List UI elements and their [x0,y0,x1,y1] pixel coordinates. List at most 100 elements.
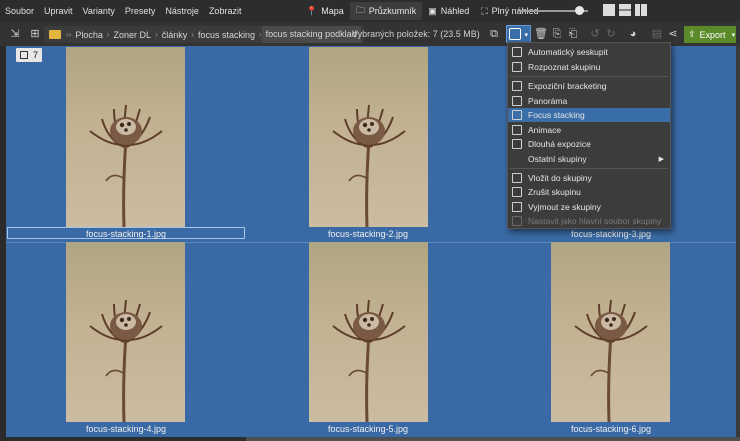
menu-soubor[interactable]: Soubor [0,0,39,22]
breadcrumb-plocha[interactable]: Plocha [71,30,107,40]
breadcrumb-zoner-dl[interactable]: Zoner DL [110,30,156,40]
file-caption-5[interactable]: focus-stacking-5.jpg [249,423,487,435]
menu-item-animation[interactable]: Animace [508,123,670,137]
file-caption-6[interactable]: focus-stacking-6.jpg [492,423,730,435]
flower-photo [332,104,406,227]
thumbnail-5[interactable] [309,242,428,422]
group-dropdown-menu: Automatický seskupit Rozpoznat skupinu E… [507,42,671,229]
menu-item-exposure-bracketing[interactable]: Expoziční bracketing [508,79,670,93]
layout-switcher [603,4,647,16]
breadcrumb-clanky[interactable]: články [158,30,192,40]
file-caption-1[interactable]: focus-stacking-1.jpg [7,227,245,239]
menu-item-set-main: Nastavit jako hlavní soubor skupiny [508,214,670,228]
folder-open-icon: 🗀 [355,5,365,15]
menu-item-label: Zrušit skupinu [528,187,581,197]
menu-item-label: Ostatní skupiny [528,154,587,164]
auto-group-icon [512,47,522,57]
remove-from-group-icon [512,202,522,212]
menu-item-long-exposure[interactable]: Dlouhá expozice [508,137,670,151]
chevron-right-icon: ▶ [658,156,664,163]
palette-icon[interactable]: ◕ [626,27,640,41]
share-icon[interactable]: ⋖ [666,27,680,41]
menu-item-label: Expoziční bracketing [528,81,607,91]
menu-item-label: Vyjmout ze skupiny [528,202,601,212]
horizontal-scrollbar[interactable] [6,437,740,441]
mode-mapa[interactable]: 📍 Mapa [300,2,350,20]
menu-item-auto-group[interactable]: Automatický seskupit [508,45,670,59]
zoom-slider-knob[interactable] [575,6,584,15]
menu-item-ungroup[interactable]: Zrušit skupinu [508,185,670,199]
group-button[interactable]: ▾ [506,25,531,43]
move-to-folder-icon[interactable]: ⎘ [550,27,564,41]
folder-icon [49,30,61,39]
menu-item-panorama[interactable]: Panoráma [508,94,670,108]
import-icon[interactable]: ⇲ [8,27,22,41]
vertical-scrollbar[interactable] [736,46,740,441]
detect-group-icon [512,62,522,72]
exposure-bracketing-icon [512,81,522,91]
set-main-icon [512,216,522,226]
new-folder-icon[interactable]: ⊞ [28,27,42,41]
menu-presety[interactable]: Presety [120,0,161,22]
menu-item-focus-stacking[interactable]: Focus stacking [508,108,670,122]
breadcrumb: ‹ › Plocha › Zoner DL › články › focus s… [44,26,364,43]
thumbnail-2[interactable] [309,47,428,227]
menu-item-other-groups[interactable]: Ostatní skupiny ▶ [508,152,670,166]
mode-mapa-label: Mapa [321,6,344,16]
panorama-icon [512,96,522,106]
compare-icon: ▤ [651,28,663,40]
pin-icon: 📍 [306,5,318,16]
flower-photo [89,104,163,227]
menu-item-label: Panoráma [528,96,568,106]
blank-icon [512,154,522,164]
thumbnail-6[interactable] [551,242,670,422]
menu-item-label: Nastavit jako hlavní soubor skupiny [528,216,662,226]
rotate-left-icon: ↺ [590,28,600,40]
thumbnail-1[interactable] [66,47,185,227]
menu-item-detect-group[interactable]: Rozpoznat skupinu [508,60,670,74]
menu-item-remove-from-group[interactable]: Vyjmout ze skupiny [508,200,670,214]
menu-item-label: Animace [528,125,562,135]
menu-zobrazit[interactable]: Zobrazit [204,0,247,22]
breadcrumb-focus-stacking-podklad[interactable]: focus stacking podklad [261,26,361,43]
layout-single-icon[interactable] [603,4,615,16]
flower-photo [89,299,163,422]
export-button[interactable]: ⇪ Export ▾ [684,26,736,43]
copy-icon[interactable]: ⧉ [487,27,501,41]
mode-switcher: 📍 Mapa 🗀 Průzkumník ▣ Náhled ⛶ Plný náhl… [300,0,545,22]
count-badge-value: 7 [33,50,39,60]
menu-item-label: Automatický seskupit [528,47,608,57]
mode-nahled-label: Náhled [440,6,470,16]
zoom-slider[interactable] [518,6,588,15]
file-caption-3[interactable]: focus-stacking-3.jpg [492,228,730,240]
thumbnail-4[interactable] [66,242,185,422]
chevron-down-icon: ▾ [731,31,736,39]
export-icon: ⇪ [688,29,696,39]
horizontal-scrollbar-thumb[interactable] [246,437,740,441]
mode-pruzkumnik[interactable]: 🗀 Průzkumník [349,2,423,20]
flower-photo [574,299,648,422]
rotate-right-icon: ↻ [606,28,616,40]
mode-pruzkumnik-label: Průzkumník [368,6,417,16]
group-icon [509,28,521,40]
menu-item-label: Rozpoznat skupinu [528,62,601,72]
menu-nastroje[interactable]: Nástroje [160,0,204,22]
selection-icon [20,51,28,59]
animation-icon [512,125,522,135]
menu-item-insert-group[interactable]: Vložit do skupiny [508,171,670,185]
copy-to-folder-icon[interactable]: ⎗ [566,27,580,41]
menu-varianty[interactable]: Varianty [78,0,120,22]
long-exposure-icon [512,139,522,149]
insert-group-icon [512,173,522,183]
trash-icon[interactable]: 🗑 [534,27,548,41]
export-label: Export [699,29,726,40]
file-caption-4[interactable]: focus-stacking-4.jpg [7,423,245,435]
breadcrumb-focus-stacking[interactable]: focus stacking [194,30,259,40]
menu-separator [510,168,668,169]
menu-upravit[interactable]: Upravit [39,0,78,22]
layout-split-vertical-icon[interactable] [635,4,647,16]
file-caption-2[interactable]: focus-stacking-2.jpg [249,228,487,240]
image-icon: ▣ [428,5,437,16]
layout-split-horizontal-icon[interactable] [619,4,631,16]
mode-nahled[interactable]: ▣ Náhled [422,2,475,20]
